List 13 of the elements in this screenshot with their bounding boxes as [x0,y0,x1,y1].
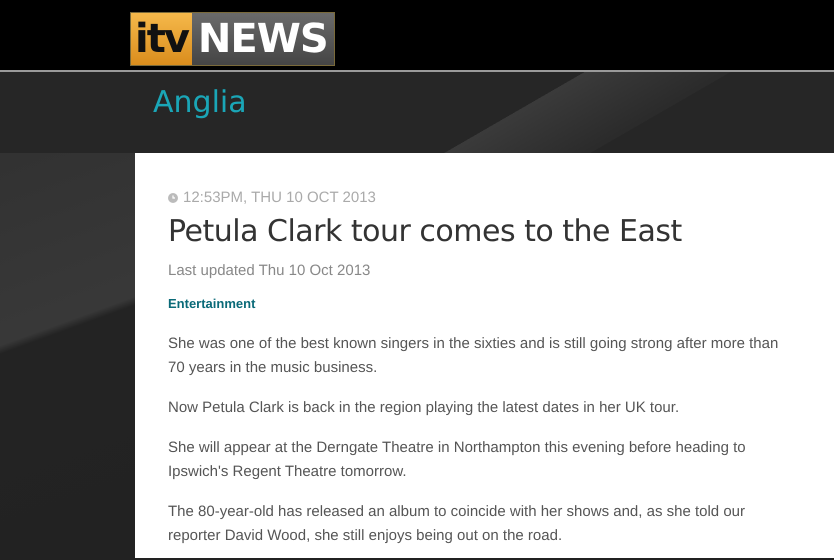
paragraph: She was one of the best known singers in the sixties and is still going strong after more than 70 years in the music business. [168,334,780,378]
clock-icon [168,192,178,202]
last-updated: Last updated Thu 10 Oct 2013 [168,262,372,279]
timestamp: 12:53PM, THU 10 OCT 2013 [183,189,376,206]
logo-part: NEWS [192,13,334,65]
paragraph: Now Petula Clark is back in the region playing the latest dates in her UK tour. [168,398,680,418]
logo-part: itv [131,13,192,65]
headline: Petula Clark tour comes to the East [168,213,683,251]
paragraph: She will appear at the Derngate Theatre in Northampton this evening before heading to Ipswich's Regent Theatre tomorrow. [168,438,747,482]
region-title: Anglia [153,85,247,120]
category-link[interactable]: Entertainment [168,296,256,311]
logo[interactable]: itv NEWS [130,12,335,66]
paragraph: The 80-year-old has released an album to coincide with her shows and, as she told our reporter David Wood, she still enjoys being out on the road. [168,502,746,546]
